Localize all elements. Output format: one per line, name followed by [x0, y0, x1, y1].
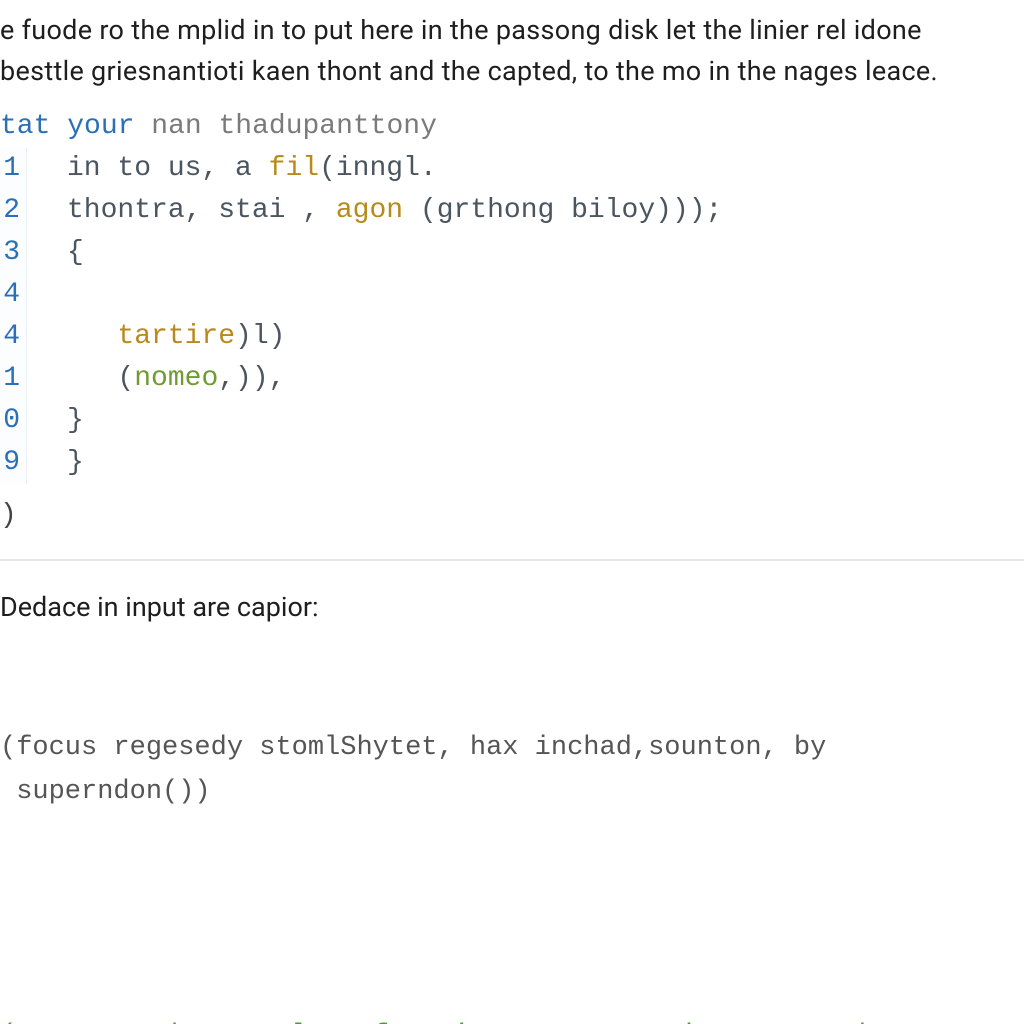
tok: grthong biloy [437, 195, 655, 226]
code-line [67, 274, 1024, 316]
tok: )l) [235, 321, 285, 352]
tok: nomeo [134, 363, 218, 394]
intro-paragraph: e fuode ro the mplid in to put here in t… [0, 0, 1024, 97]
line-number: 9 [0, 442, 20, 484]
tok: inngl [336, 153, 420, 184]
ident-token: nan thadupanttony [151, 111, 437, 142]
tok: in to us, a [67, 153, 269, 184]
code-block: 1 2 3 4 4 1 0 9 in to us, a fil(inngl. t… [0, 148, 1024, 514]
tok: ( [117, 363, 134, 394]
code-line: { [67, 232, 1024, 274]
tok: , [185, 195, 219, 226]
type-token: your [67, 111, 134, 142]
lower-code-block: (focus regesedy stomlShytet, hax inchad,… [0, 641, 1024, 1024]
line-number: 3 [0, 232, 20, 274]
line-number: 1 [0, 148, 20, 190]
keyword-token: tat [0, 111, 50, 142]
tok: } [67, 447, 84, 478]
code-line: (nomeo,)), [67, 358, 1024, 400]
tok: fil [269, 153, 319, 184]
tok: ))); [655, 195, 722, 226]
lower-heading: Dedace in input are capior: [0, 591, 1024, 641]
tok: ,)), [218, 363, 285, 394]
tok: tartire [117, 321, 235, 352]
code-line: } [67, 442, 1024, 484]
line-number: 4 [0, 274, 20, 316]
tok: , [285, 195, 335, 226]
code-lines[interactable]: in to us, a fil(inngl. thontra, stai , a… [27, 148, 1024, 484]
lower-code-group: (focus regesedy stomlShytet, hax inchad,… [0, 727, 1024, 813]
tok: . [420, 153, 437, 184]
line-number: 4 [0, 316, 20, 358]
code-line: tartire)l) [67, 316, 1024, 358]
code-line: thontra, stai , agon (grthong biloy))); [67, 190, 1024, 232]
trailing-paren: ) [0, 500, 1024, 531]
line-number-gutter: 1 2 3 4 4 1 0 9 [0, 148, 27, 484]
tok: ( [319, 153, 336, 184]
code-line: in to us, a fil(inngl. [67, 148, 1024, 190]
tok: } [67, 405, 84, 436]
code-line: } [67, 400, 1024, 442]
lower-code-group-string: (Yur name dge or oletn femar's corture p… [0, 1015, 1024, 1024]
line-number: 2 [0, 190, 20, 232]
tok: thontra [67, 195, 185, 226]
tok: stai [218, 195, 285, 226]
line-number: 1 [0, 358, 20, 400]
tok: agon [336, 195, 403, 226]
code-header: tat your nan thadupanttony [0, 97, 1024, 148]
line-number: 0 [0, 400, 20, 442]
tok: { [67, 237, 84, 268]
lower-section: Dedace in input are capior: (focus reges… [0, 561, 1024, 1024]
tok: ( [403, 195, 437, 226]
